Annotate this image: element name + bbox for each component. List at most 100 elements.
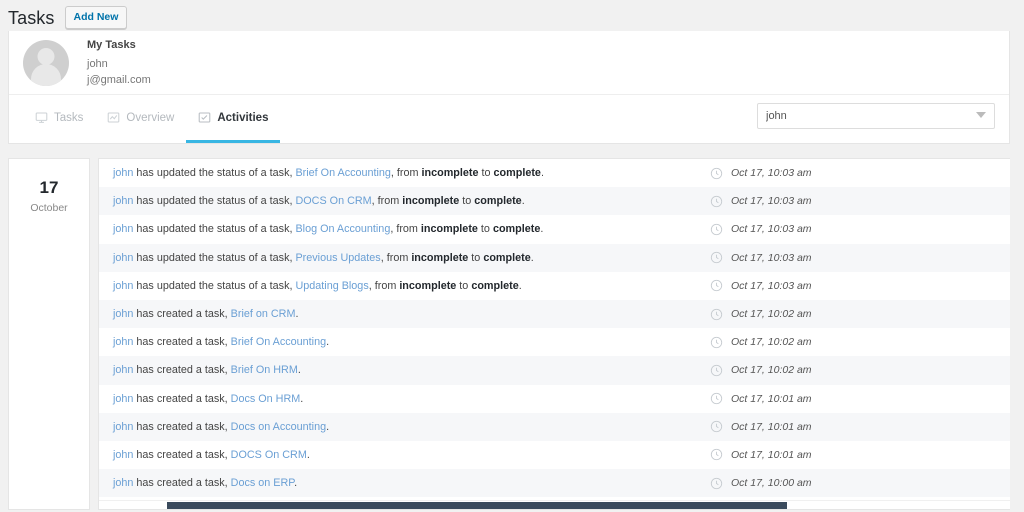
activity-actor-link[interactable]: john (113, 308, 133, 320)
add-new-button[interactable]: Add New (64, 5, 128, 30)
activity-time-text: Oct 17, 10:03 am (731, 195, 812, 208)
profile-email: j@gmail.com (87, 74, 151, 86)
activity-actor-link[interactable]: john (113, 421, 133, 433)
activity-task-link[interactable]: DOCS On CRM (295, 195, 371, 207)
activity-description: john has created a task, DOCS On CRM. (113, 448, 310, 461)
activity-status-from: incomplete (421, 167, 479, 180)
activity-task-link[interactable]: Brief On HRM (231, 364, 298, 376)
clock-icon (710, 448, 723, 461)
activity-task-link[interactable]: Updating Blogs (295, 280, 368, 292)
date-group-card: 17 October (8, 158, 90, 510)
activity-row: john has created a task, Docs on ERP. Oct… (99, 469, 1010, 498)
activity-timestamp: Oct 17, 10:03 am (710, 167, 1010, 180)
tasks-panel: My Tasks john j@gmail.com Tasks Overview… (8, 31, 1010, 144)
activity-status-from: incomplete (411, 251, 469, 264)
clock-icon (710, 420, 723, 433)
activity-task-link[interactable]: Docs on ERP (231, 477, 294, 489)
profile-meta: My Tasks john j@gmail.com (87, 39, 151, 86)
activity-description: john has updated the status of a task, B… (113, 167, 544, 180)
activity-description: john has created a task, Docs On HRM. (113, 392, 304, 405)
activity-task-link[interactable]: Brief on CRM (231, 308, 296, 320)
clock-icon (710, 279, 723, 292)
activity-timestamp: Oct 17, 10:01 am (710, 392, 1010, 405)
activity-time-text: Oct 17, 10:01 am (731, 448, 812, 461)
tab-list: Tasks Overview Activities (23, 95, 281, 143)
activity-actor-link[interactable]: john (113, 477, 133, 489)
activity-description: john has updated the status of a task, P… (113, 251, 534, 264)
activity-task-link[interactable]: Brief On Accounting (231, 336, 326, 348)
activity-time-text: Oct 17, 10:02 am (731, 364, 812, 377)
activity-actor-link[interactable]: john (113, 195, 133, 207)
clock-icon (710, 251, 723, 264)
activity-status-from: incomplete (420, 223, 478, 236)
checklist-icon (198, 111, 211, 124)
activity-status-to: complete (493, 167, 541, 180)
clock-icon (710, 223, 723, 236)
activity-timestamp: Oct 17, 10:03 am (710, 223, 1010, 236)
activity-description: john has created a task, Brief On HRM. (113, 364, 301, 377)
activity-timestamp: Oct 17, 10:01 am (710, 448, 1010, 461)
activity-row: john has updated the status of a task, U… (99, 272, 1010, 300)
activity-actor-link[interactable]: john (113, 336, 133, 348)
activity-actor-link[interactable]: john (113, 449, 133, 461)
monitor-icon (35, 111, 48, 124)
activity-timestamp: Oct 17, 10:03 am (710, 195, 1010, 208)
activity-task-link[interactable]: Brief On Accounting (295, 167, 390, 179)
activity-task-link[interactable]: Docs On HRM (231, 393, 301, 405)
user-filter-select[interactable]: john (757, 103, 995, 129)
activity-status-to: complete (471, 279, 519, 292)
activity-row: john has updated the status of a task, B… (99, 159, 1010, 187)
activity-description: john has created a task, Docs on ERP. (113, 477, 298, 490)
activity-row: john has created a task, Brief on CRM. Oc… (99, 299, 1010, 329)
activity-time-text: Oct 17, 10:02 am (731, 308, 812, 321)
activity-actor-link[interactable]: john (113, 393, 133, 405)
activity-status-from: incomplete (402, 195, 460, 208)
horizontal-scrollbar[interactable] (99, 500, 1010, 509)
activity-actor-link[interactable]: john (113, 252, 133, 264)
activity-description: john has updated the status of a task, D… (113, 195, 525, 208)
tab-overview[interactable]: Overview (95, 95, 186, 143)
clock-icon (710, 167, 723, 180)
activity-description: john has created a task, Brief On Accoun… (113, 336, 330, 349)
tab-activities[interactable]: Activities (186, 95, 281, 143)
activity-task-link[interactable]: Previous Updates (295, 252, 380, 264)
date-day: 17 (39, 178, 59, 197)
tab-tasks[interactable]: Tasks (23, 95, 95, 143)
scrollbar-thumb[interactable] (167, 502, 787, 509)
user-filter: john (757, 95, 995, 129)
activity-timestamp: Oct 17, 10:02 am (710, 336, 1010, 349)
activity-status-to: complete (492, 223, 541, 236)
activity-status-to: complete (483, 251, 531, 264)
clock-icon (710, 392, 723, 405)
activity-actor-link[interactable]: john (113, 364, 133, 376)
activity-task-link[interactable]: Blog On Accounting (295, 223, 390, 235)
activity-row: john has updated the status of a task, P… (99, 243, 1010, 272)
tab-bar: Tasks Overview Activities john (9, 95, 1009, 143)
activity-row: john has updated the status of a task, B… (99, 215, 1010, 243)
activity-timestamp: Oct 17, 10:00 am (710, 477, 1010, 490)
activity-task-link[interactable]: DOCS On CRM (231, 449, 307, 461)
activity-row: john has updated the status of a task, D… (99, 187, 1010, 216)
activity-description: john has updated the status of a task, B… (113, 223, 544, 236)
activity-row: john has created a task, DOCS On CRM. Oct… (99, 441, 1010, 469)
page-title: Tasks (8, 7, 55, 28)
tab-activities-label: Activities (217, 111, 269, 124)
activity-task-link[interactable]: Docs on Accounting (231, 421, 326, 433)
tab-overview-label: Overview (126, 111, 175, 124)
activity-actor-link[interactable]: john (113, 223, 133, 235)
activity-row: john has created a task, Docs on Account… (99, 412, 1010, 441)
activity-time-text: Oct 17, 10:03 am (731, 167, 812, 180)
activity-timestamp: Oct 17, 10:03 am (710, 279, 1010, 292)
profile-header: My Tasks john j@gmail.com (9, 31, 1009, 95)
clock-icon (710, 308, 723, 321)
activity-row: john has created a task, Docs On HRM. Oct… (99, 385, 1010, 413)
activity-actor-link[interactable]: john (113, 167, 133, 179)
clock-icon (710, 336, 723, 349)
activity-time-text: Oct 17, 10:00 am (731, 477, 812, 490)
profile-title: My Tasks (87, 39, 136, 51)
activity-actor-link[interactable]: john (113, 280, 133, 292)
activity-time-text: Oct 17, 10:02 am (731, 336, 812, 349)
activity-content: 17 October john has updated the status o… (0, 144, 1024, 510)
activity-time-text: Oct 17, 10:03 am (731, 279, 812, 292)
clock-icon (710, 477, 723, 490)
